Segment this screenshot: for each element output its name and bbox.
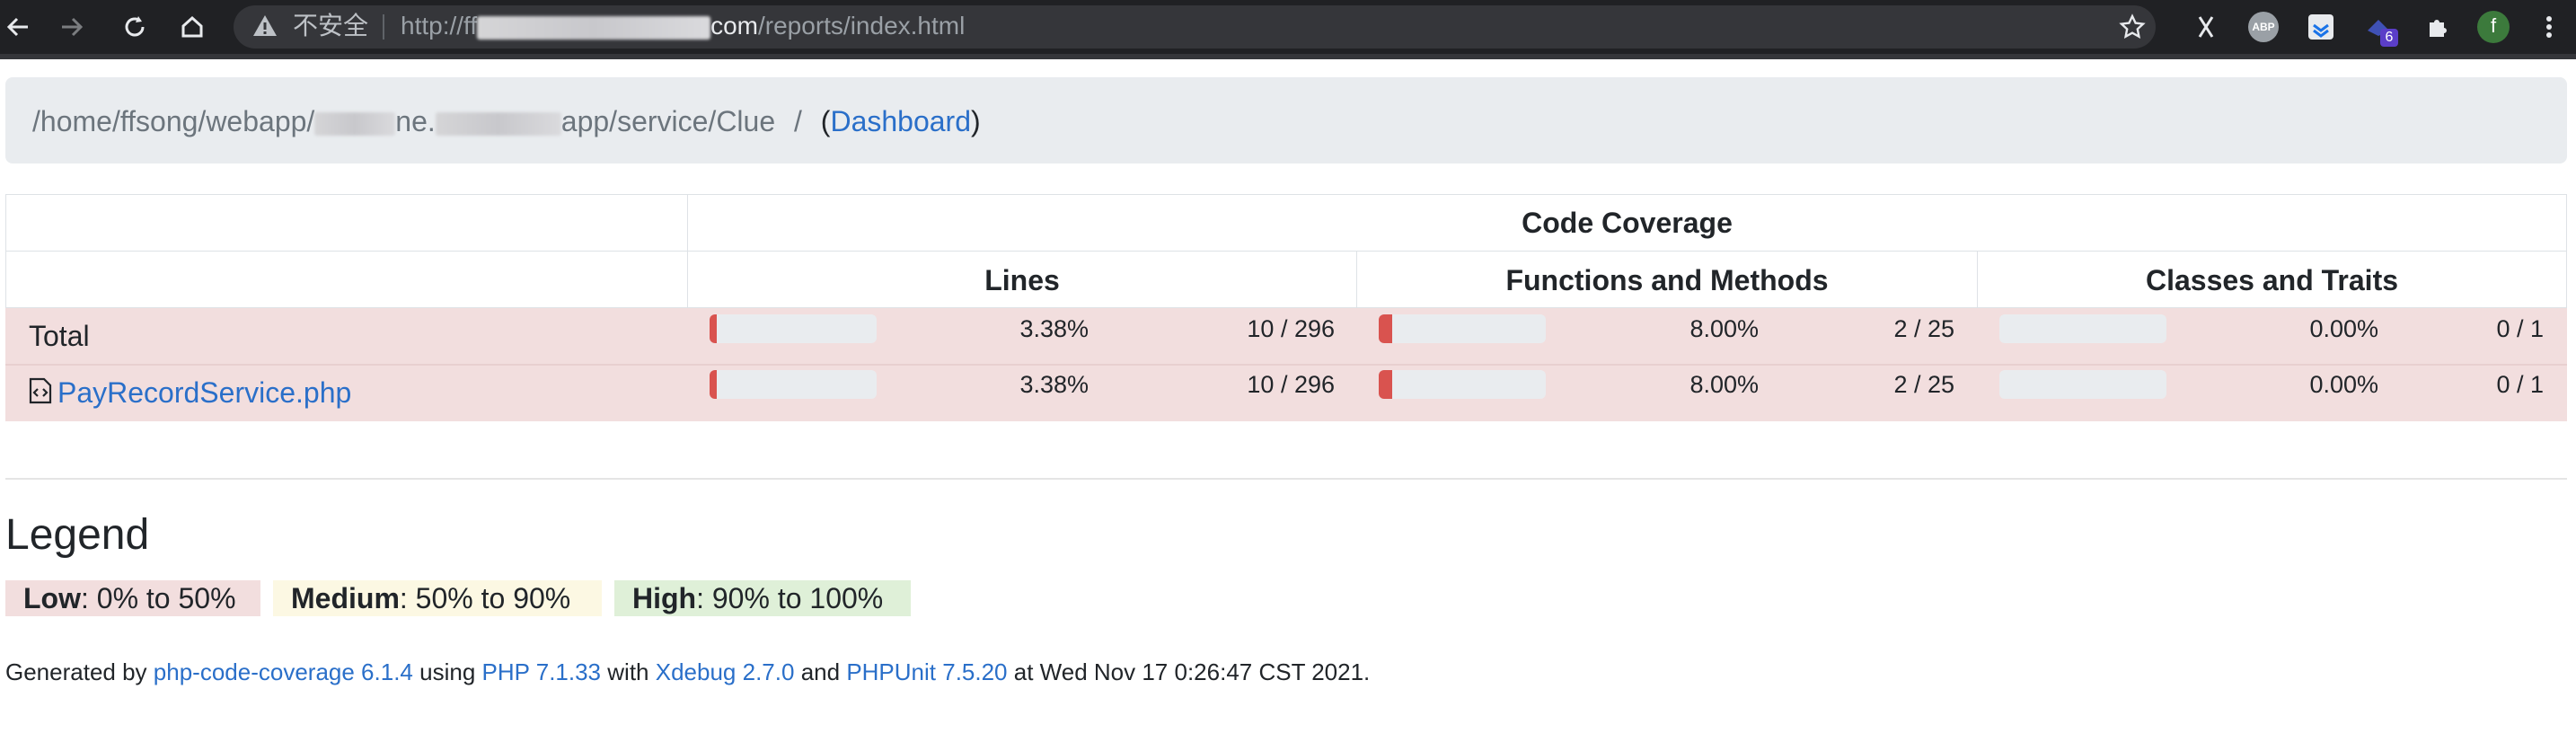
functions-header: Functions and Methods <box>1505 264 1829 296</box>
bar-fill <box>710 370 717 399</box>
functions-percent: 8.00% <box>1689 371 1759 398</box>
redacted-segment <box>435 111 561 136</box>
omnibox-separator <box>383 14 384 40</box>
bar-fill <box>1379 370 1392 399</box>
legend-low: Low: 0% to 50% <box>5 580 260 616</box>
redacted-segment <box>314 111 396 136</box>
breadcrumb-open-paren: ( <box>820 105 831 137</box>
php-link[interactable]: PHP 7.1.33 <box>482 658 602 685</box>
functions-percent: 8.00% <box>1689 315 1759 342</box>
lines-coverage-bar <box>710 370 877 399</box>
row-total-name: Total <box>29 320 90 352</box>
toolbar-divider <box>0 54 2576 59</box>
reload-icon[interactable] <box>119 11 151 43</box>
footer-and: and <box>800 658 841 685</box>
table-name-header-cell <box>5 251 688 308</box>
table-corner-cell <box>5 194 688 252</box>
legend-medium-label: Medium <box>291 582 400 614</box>
legend-high-range: : 90% to 100% <box>696 582 884 614</box>
abp-label: ABP <box>2252 21 2275 33</box>
breadcrumb-separator: / <box>794 105 802 137</box>
legend-high-label: High <box>632 582 697 614</box>
lines-header: Lines <box>984 264 1060 296</box>
url-scheme: http://ff <box>401 12 478 40</box>
generated-footer: Generated by php-code-coverage 6.1.4 usi… <box>5 654 1370 690</box>
footer-timestamp: at Wed Nov 17 0:26:47 CST 2021. <box>1013 658 1371 685</box>
more-menu-icon[interactable] <box>2533 11 2565 43</box>
functions-count: 2 / 25 <box>1893 371 1954 398</box>
classes-coverage-bar <box>1999 370 2166 399</box>
warning-icon[interactable] <box>251 13 278 40</box>
extension-badge-count: 6 <box>2380 29 2398 47</box>
scissors-extension-icon[interactable] <box>2190 11 2222 43</box>
classes-percent: 0.00% <box>2309 315 2378 342</box>
xdebug-link[interactable]: Xdebug 2.7.0 <box>656 658 795 685</box>
security-label[interactable]: 不安全 <box>293 9 368 43</box>
breadcrumb-path: /home/ffsong/webapp/ne. app/service/Clue … <box>32 101 981 142</box>
profile-avatar[interactable]: f <box>2477 11 2510 43</box>
classes-count: 0 / 1 <box>2496 371 2544 398</box>
bar-fill <box>710 314 717 343</box>
save-extension-icon[interactable] <box>2305 11 2337 43</box>
functions-coverage-bar <box>1379 370 1546 399</box>
lines-percent: 3.38% <box>1019 371 1089 398</box>
bookmark-star-icon[interactable] <box>2116 11 2148 43</box>
url-text[interactable]: http://ff com/reports/index.html <box>401 9 965 43</box>
forward-arrow-icon[interactable] <box>56 11 88 43</box>
code-coverage-header: Code Coverage <box>1522 207 1733 239</box>
profile-initial: f <box>2490 14 2497 37</box>
classes-header: Classes and Traits <box>2145 264 2399 296</box>
php-code-coverage-link[interactable]: php-code-coverage 6.1.4 <box>154 658 413 685</box>
url-host-tail: com <box>710 12 758 40</box>
file-code-icon <box>27 377 54 404</box>
functions-count: 2 / 25 <box>1893 315 1954 342</box>
legend-title: Legend <box>5 511 150 559</box>
classes-coverage-bar <box>1999 314 2166 343</box>
footer-with: with <box>607 658 649 685</box>
legend-high: High: 90% to 100% <box>614 580 911 616</box>
functions-coverage-bar <box>1379 314 1546 343</box>
breadcrumb-path-suffix: app/service/Clue <box>560 105 776 137</box>
legend-low-label: Low <box>23 582 81 614</box>
back-arrow-icon[interactable] <box>2 11 34 43</box>
breadcrumb-close-paren: ) <box>971 105 981 137</box>
classes-percent: 0.00% <box>2309 371 2378 398</box>
bar-fill <box>1379 314 1392 343</box>
badge-extension-icon[interactable]: 6 <box>2362 11 2398 47</box>
breadcrumb-path-mid: ne. <box>395 105 436 137</box>
legend-medium-range: : 50% to 90% <box>399 582 571 614</box>
row-file-name: PayRecordService.php <box>57 375 351 411</box>
redacted-host <box>477 15 711 40</box>
adblock-plus-icon[interactable]: ABP <box>2247 11 2280 43</box>
footer-using: using <box>419 658 476 685</box>
lines-count: 10 / 296 <box>1247 371 1335 398</box>
extensions-puzzle-icon[interactable] <box>2422 11 2454 43</box>
legend-medium: Medium: 50% to 90% <box>273 580 602 616</box>
home-icon[interactable] <box>176 11 208 43</box>
breadcrumb-path-prefix: /home/ffsong/webapp/ <box>32 105 315 137</box>
dashboard-link[interactable]: Dashboard <box>830 105 971 137</box>
footer-generated-by: Generated by <box>5 658 147 685</box>
lines-percent: 3.38% <box>1019 315 1089 342</box>
classes-count: 0 / 1 <box>2496 315 2544 342</box>
url-path: /reports/index.html <box>758 12 966 40</box>
file-link[interactable]: PayRecordService.php <box>57 376 351 409</box>
legend-low-range: : 0% to 50% <box>80 582 236 614</box>
phpunit-link[interactable]: PHPUnit 7.5.20 <box>846 658 1007 685</box>
section-divider <box>5 478 2567 480</box>
lines-count: 10 / 296 <box>1247 315 1335 342</box>
lines-coverage-bar <box>710 314 877 343</box>
